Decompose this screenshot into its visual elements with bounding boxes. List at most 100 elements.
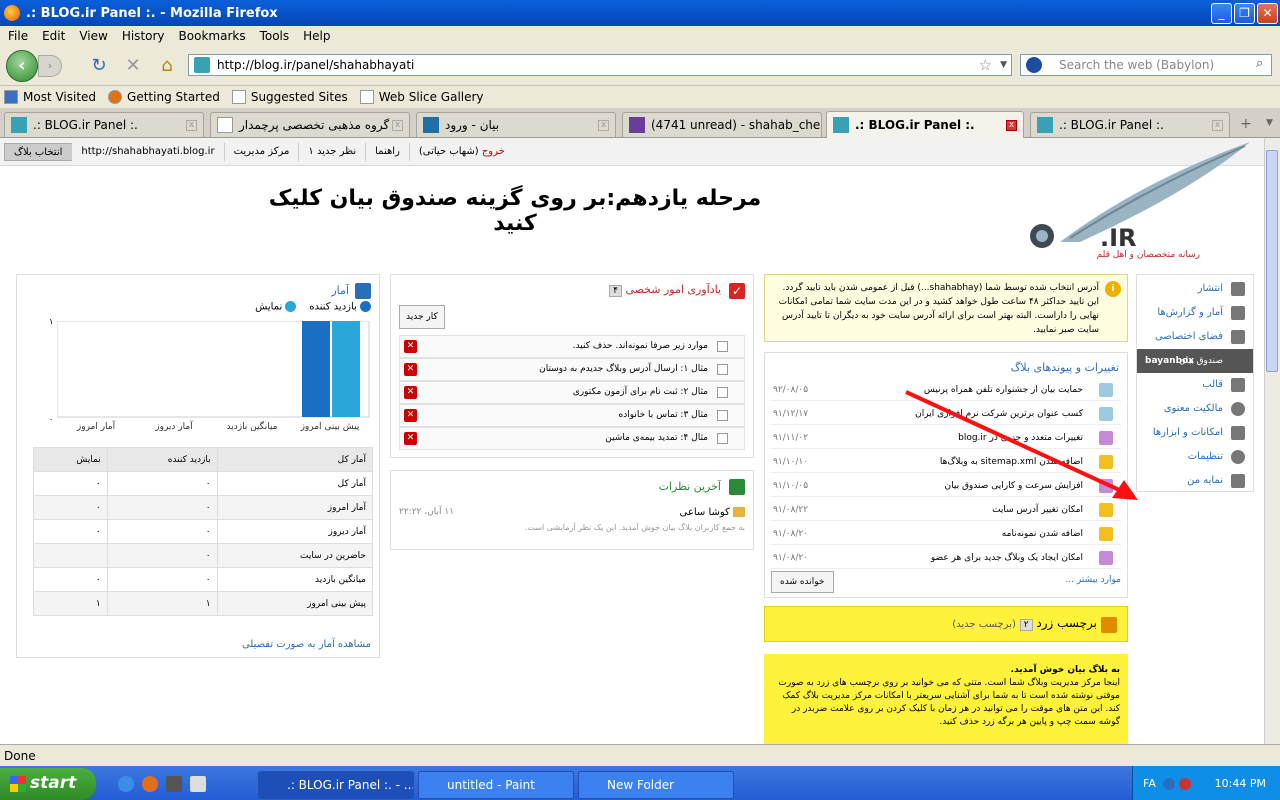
list-item[interactable]: ✕ مثال ۱: ارسال آدرس وبلاگ جدیدم به دوستا… [399,358,745,381]
tray-icon[interactable] [1163,778,1176,790]
list-item[interactable]: ✕ مثال ۲: ثبت نام برای آزمون مکتوری [399,381,745,404]
taskbar-item-paint[interactable]: untitled - Paint [418,771,574,799]
more-updates-link[interactable]: موارد بیشتر ... [1065,575,1121,585]
task-checkbox[interactable] [717,341,728,352]
list-item[interactable]: ✕ مثال ۴: تمدید بیمه‌ی ماشین [399,427,745,450]
list-item[interactable]: امکان ایجاد یک وبلاگ جدید برای هر عضو ۹۱/… [771,547,1121,569]
y-axis-max: ۱ [49,317,54,326]
delete-icon[interactable]: ✕ [404,432,417,445]
list-item[interactable]: تغییرات متعدد و جزیی در blog.ir ۹۱/۱۱/۰۲ [771,427,1121,449]
url-bar[interactable]: http://blog.ir/panel/shahabhayati ☆ ▼ [188,54,1012,76]
tab-bayan-login[interactable]: بیان - ورود x [416,112,616,137]
sidebar-item-copyright[interactable]: مالکیت معنوی [1137,397,1253,421]
address-warning: i آدرس انتخاب شده توسط شما (shahabhay...… [764,274,1128,342]
sidebar-item-private-space[interactable]: فضای اختصاصی [1137,325,1253,349]
task-checkbox[interactable] [717,364,728,375]
bookmark-star-icon[interactable]: ☆ [979,56,992,74]
menu-history[interactable]: History [122,29,165,43]
menu-edit[interactable]: Edit [42,29,65,43]
app-icon[interactable] [190,776,206,792]
list-item[interactable]: ✕ مثال ۳: تماس با خانواده [399,404,745,427]
stop-icon[interactable]: ✕ [122,55,144,77]
task-checkbox[interactable] [717,387,728,398]
back-button[interactable]: ‹ [6,50,38,82]
tab-close-icon[interactable]: x [1212,119,1223,131]
minimize-button[interactable]: _ [1211,3,1232,24]
close-window-button[interactable]: ✕ [1257,3,1278,24]
bookmark-most-visited[interactable]: Most Visited [4,90,96,104]
reload-icon[interactable]: ↻ [88,55,110,77]
sidebar-item-tools[interactable]: امکانات و ابزارها [1137,421,1253,445]
media-icon[interactable] [166,776,182,792]
logout-link[interactable]: خروج [482,146,505,157]
bookmark-getting-started[interactable]: Getting Started [108,90,220,104]
sidebar-item-publish[interactable]: انتشار [1137,277,1253,301]
taskbar-item-folder[interactable]: New Folder [578,771,734,799]
forward-button[interactable]: › [38,55,62,77]
tab-blog-panel-1[interactable]: .: BLOG.ir Panel :. x [4,112,204,137]
search-icon[interactable]: ⌕ [1256,56,1263,71]
sidebar-item-template[interactable]: قالب [1137,373,1253,397]
tab-parchamdar[interactable]: گروه مذهبی تخصصی پرچمدار x [210,112,410,137]
blog-url-link[interactable]: http://shahabhayati.blog.ir [72,142,225,161]
delete-icon[interactable]: ✕ [404,363,417,376]
taskbar-item-firefox[interactable]: .: BLOG.ir Panel :. - ... [258,771,414,799]
language-indicator[interactable]: FA [1143,777,1156,790]
list-item[interactable]: اضافه شدن نمونه‌نامه ۹۱/۰۸/۲۰ [771,523,1121,545]
windows-logo-icon [10,776,26,792]
delete-icon[interactable]: ✕ [404,340,417,353]
delete-icon[interactable]: ✕ [404,386,417,399]
list-item[interactable]: امکان تغییر آدرس سایت ۹۱/۰۸/۲۲ [771,499,1121,521]
new-tab-icon[interactable]: + [1240,116,1252,132]
blog-logo[interactable]: .IR رسانه متخصصان و اهل قلم [1020,142,1260,262]
system-tray: FA 10:44 PM [1132,766,1280,800]
choose-blog-button[interactable]: انتخاب بلاگ [4,142,73,161]
delete-icon[interactable]: ✕ [404,409,417,422]
search-engine-icon[interactable] [1026,57,1042,73]
menu-tools[interactable]: Tools [260,29,290,43]
yellow-tag-sub[interactable]: (برچسب جدید) [952,619,1016,630]
menu-file[interactable]: File [8,29,28,43]
tab-blog-panel-active[interactable]: .: BLOG.ir Panel :. x [826,111,1024,138]
tab-close-icon[interactable]: x [598,119,609,131]
ie-icon[interactable] [118,776,134,792]
detailed-stats-link[interactable]: مشاهده آمار به صورت تفصیلی [242,639,371,650]
tab-close-icon[interactable]: x [392,119,403,131]
sidebar-item-bayanbox[interactable]: صندوق بیان bayanbox [1137,349,1253,373]
tab-mail[interactable]: (4741 unread) - shahab_cher...x [622,112,822,137]
sidebar-item-stats[interactable]: آمار و گزارش‌ها [1137,301,1253,325]
comment-author[interactable]: کوشا ساعی [680,507,745,518]
sidebar-item-profile[interactable]: نمایه من [1137,469,1253,493]
task-checkbox[interactable] [717,410,728,421]
list-item[interactable]: افزایش سرعت و کارایی صندوق بیان ۹۱/۱۰/۰۵ [771,475,1121,497]
url-dropdown-icon[interactable]: ▼ [1000,60,1007,70]
tray-icon[interactable] [1178,778,1191,790]
task-checkbox[interactable] [717,433,728,444]
manage-center-link[interactable]: مرکز مدیریت [225,142,300,161]
firefox-icon[interactable] [142,776,158,792]
search-input[interactable]: Search the web (Babylon) [1020,54,1272,76]
copyright-icon [1231,402,1245,416]
help-link[interactable]: راهنما [366,142,410,161]
menu-view[interactable]: View [79,29,107,43]
mark-read-button[interactable]: خوانده شده [771,571,834,593]
list-item[interactable]: اضافه شدن sitemap.xml به وبلاگ‌ها ۹۱/۱۰/۱… [771,451,1121,473]
bookmark-web-slice-gallery[interactable]: Web Slice Gallery [359,90,484,104]
new-comment-link[interactable]: ۱ نظر جدید [299,142,367,161]
tab-close-icon[interactable]: x [1006,119,1017,131]
home-icon[interactable]: ⌂ [156,55,178,77]
maximize-button[interactable]: ❐ [1234,3,1255,24]
tab-close-icon[interactable]: x [186,119,197,131]
x-tick-label: آمار دیروز [154,420,193,431]
menu-help[interactable]: Help [303,29,330,43]
list-item[interactable]: کسب عنوان برترین شرکت نرم افزاری ایران ۹۱… [771,403,1121,425]
scrollbar-thumb[interactable] [1266,150,1278,372]
tab-list-icon[interactable]: ▼ [1266,118,1273,128]
list-item[interactable]: ✕ موارد زیر صرفا نمونه‌اند. حذف کنید. [399,335,745,358]
tab-blog-panel-3[interactable]: .: BLOG.ir Panel :. x [1030,112,1230,137]
new-task-button[interactable]: کار جدید [399,305,445,329]
sidebar-item-settings[interactable]: تنظیمات [1137,445,1253,469]
menu-bookmarks[interactable]: Bookmarks [179,29,246,43]
bookmark-suggested-sites[interactable]: Suggested Sites [231,90,348,104]
list-item[interactable]: حمایت بیان از جشنواره تلفن همراه پرنیس ۹۲… [771,379,1121,401]
